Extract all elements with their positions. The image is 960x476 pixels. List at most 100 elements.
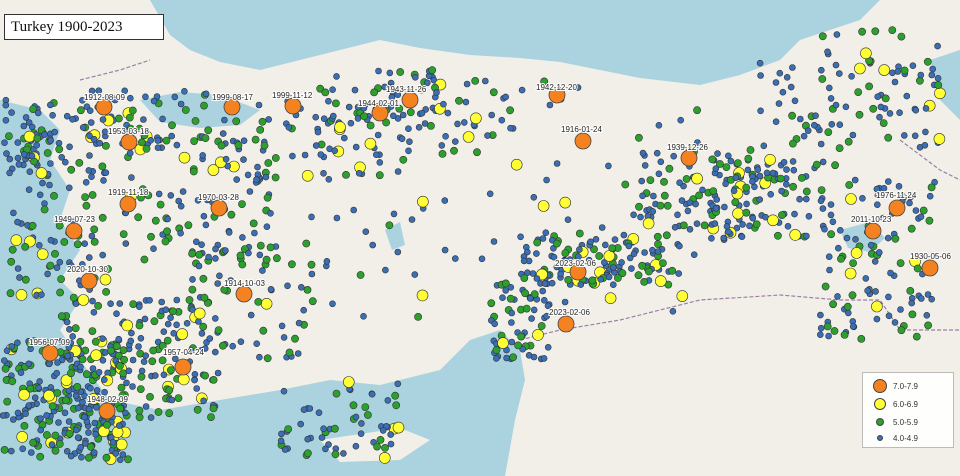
quake-marker-m5[interactable] <box>812 160 821 169</box>
quake-marker-m5[interactable] <box>195 250 204 259</box>
quake-marker-m4[interactable] <box>320 115 328 122</box>
quake-marker-m4[interactable] <box>394 380 402 388</box>
quake-marker-m6[interactable] <box>10 234 23 246</box>
quake-marker-m4[interactable] <box>146 296 153 304</box>
quake-marker-m5[interactable] <box>33 134 42 143</box>
quake-marker-m4[interactable] <box>263 223 271 230</box>
quake-marker-m5[interactable] <box>189 167 198 176</box>
quake-marker-m4[interactable] <box>147 137 154 144</box>
quake-marker-m4[interactable] <box>756 172 764 180</box>
quake-marker-m4[interactable] <box>150 97 158 105</box>
quake-marker-m5[interactable] <box>262 255 271 264</box>
quake-marker-m4[interactable] <box>3 347 11 355</box>
quake-marker-m5[interactable] <box>537 322 546 330</box>
quake-marker-m4[interactable] <box>405 125 412 132</box>
quake-marker-m4[interactable] <box>394 168 402 175</box>
quake-marker-m5[interactable] <box>102 141 110 150</box>
quake-marker-m4[interactable] <box>743 200 750 208</box>
quake-marker-m6[interactable] <box>676 290 689 302</box>
quake-marker-m4[interactable] <box>657 158 665 166</box>
quake-marker-m4[interactable] <box>301 151 309 159</box>
quake-marker-m4[interactable] <box>817 140 825 148</box>
quake-marker-m4[interactable] <box>803 232 810 240</box>
quake-marker-m4[interactable] <box>791 210 798 218</box>
quake-marker-m4[interactable] <box>530 306 538 314</box>
quake-marker-m6[interactable] <box>99 273 112 286</box>
quake-marker-m5[interactable] <box>263 193 272 202</box>
quake-marker-m5[interactable] <box>824 128 833 136</box>
quake-marker-m4[interactable] <box>200 397 207 405</box>
quake-marker-m4[interactable] <box>900 132 908 139</box>
quake-marker-m5[interactable] <box>249 219 258 228</box>
quake-marker-m4[interactable] <box>318 434 326 441</box>
quake-marker-m5[interactable] <box>174 394 183 402</box>
quake-marker-m4[interactable] <box>724 152 732 160</box>
quake-marker-m5[interactable] <box>693 106 701 115</box>
quake-marker-m5[interactable] <box>199 322 208 331</box>
quake-marker-m5[interactable] <box>638 261 646 270</box>
quake-marker-m5[interactable] <box>798 173 806 182</box>
quake-marker-m5[interactable] <box>163 227 171 236</box>
quake-marker-m4[interactable] <box>891 319 899 326</box>
quake-marker-m4[interactable] <box>789 64 796 71</box>
quake-marker-m4[interactable] <box>8 447 15 455</box>
quake-marker-m4[interactable] <box>265 116 273 123</box>
quake-marker-m5[interactable] <box>849 259 857 267</box>
quake-marker-m6[interactable] <box>764 154 776 166</box>
quake-marker-m4[interactable] <box>451 255 459 262</box>
quake-marker-m5[interactable] <box>120 355 128 364</box>
quake-marker-m4[interactable] <box>278 430 285 438</box>
quake-marker-m5[interactable] <box>662 231 671 240</box>
quake-marker-m5[interactable] <box>165 386 174 395</box>
quake-marker-m4[interactable] <box>331 147 339 154</box>
quake-marker-m5[interactable] <box>829 300 837 309</box>
quake-marker-m4[interactable] <box>852 236 859 243</box>
quake-marker-m5[interactable] <box>124 455 132 464</box>
quake-marker-m6[interactable] <box>43 389 55 402</box>
quake-marker-m4[interactable] <box>116 300 124 307</box>
quake-marker-m4[interactable] <box>345 103 353 111</box>
quake-marker-m4[interactable] <box>906 199 913 207</box>
quake-marker-m5[interactable] <box>73 240 82 249</box>
quake-marker-m4[interactable] <box>333 214 341 222</box>
quake-marker-m4[interactable] <box>842 103 850 111</box>
quake-marker-m6[interactable] <box>642 217 655 230</box>
quake-marker-m5[interactable] <box>137 372 146 381</box>
quake-marker-m4[interactable] <box>934 75 942 82</box>
quake-marker-m4[interactable] <box>912 106 920 114</box>
quake-marker-m5[interactable] <box>774 231 782 240</box>
quake-marker-m4[interactable] <box>96 139 103 147</box>
quake-marker-m5[interactable] <box>21 275 30 284</box>
quake-marker-m5[interactable] <box>78 355 87 364</box>
quake-marker-m6[interactable] <box>934 87 946 100</box>
quake-marker-m5[interactable] <box>43 431 51 439</box>
quake-marker-m4[interactable] <box>35 384 42 392</box>
quake-marker-m4[interactable] <box>240 156 247 163</box>
quake-marker-m4[interactable] <box>757 72 764 79</box>
quake-marker-m4[interactable] <box>757 107 764 115</box>
quake-marker-m4[interactable] <box>312 113 320 121</box>
quake-marker-m4[interactable] <box>730 187 738 195</box>
quake-marker-m4[interactable] <box>849 323 857 330</box>
quake-marker-m5[interactable] <box>492 346 501 354</box>
quake-marker-m5[interactable] <box>897 32 906 41</box>
quake-marker-m4[interactable] <box>382 266 389 274</box>
quake-marker-m5[interactable] <box>263 354 272 363</box>
quake-marker-m5[interactable] <box>855 110 864 119</box>
quake-marker-m4[interactable] <box>214 280 221 287</box>
quake-marker-m4[interactable] <box>90 135 98 143</box>
quake-marker-m4[interactable] <box>39 179 46 187</box>
quake-marker-m5[interactable] <box>645 267 653 276</box>
quake-marker-m5[interactable] <box>817 186 826 194</box>
quake-marker-m6[interactable] <box>559 196 572 209</box>
quake-marker-m4[interactable] <box>444 109 452 117</box>
quake-marker-m4[interactable] <box>51 128 59 136</box>
quake-marker-m5[interactable] <box>654 240 662 248</box>
quake-marker-m5[interactable] <box>102 287 110 296</box>
quake-marker-m5[interactable] <box>201 134 210 142</box>
quake-marker-m5[interactable] <box>888 26 897 34</box>
quake-marker-m4[interactable] <box>63 318 71 326</box>
major-quake-marker[interactable] <box>80 272 98 290</box>
quake-marker-m5[interactable] <box>266 243 275 252</box>
quake-marker-m4[interactable] <box>712 165 720 172</box>
